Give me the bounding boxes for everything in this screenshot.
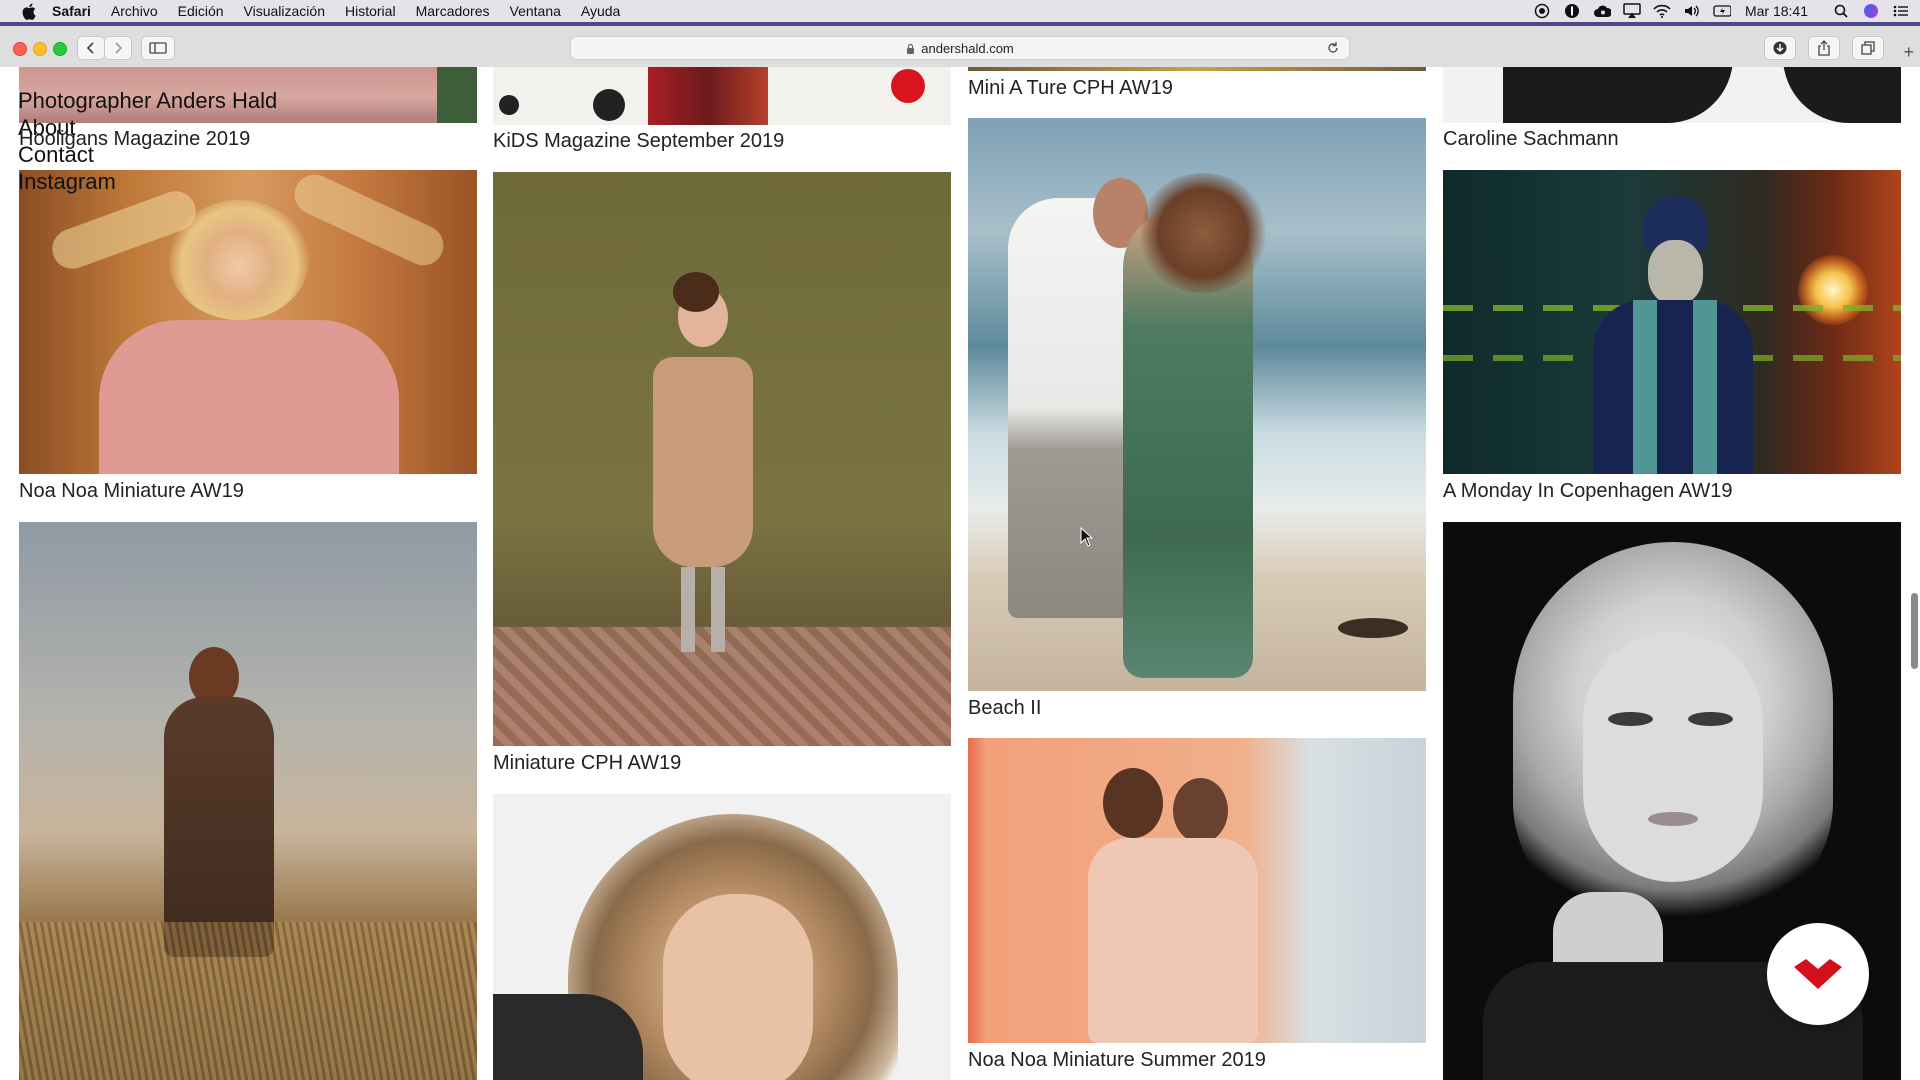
apple-menu-icon[interactable]	[20, 2, 38, 20]
photo-kids-magazine[interactable]	[493, 67, 951, 125]
url-text: andershald.com	[921, 40, 1014, 56]
download-icon	[1773, 41, 1787, 55]
menu-app-safari[interactable]: Safari	[52, 3, 91, 19]
photo-mini-a-ture[interactable]	[968, 67, 1426, 71]
password-manager-icon[interactable]	[1563, 3, 1581, 19]
menu-historial[interactable]: Historial	[345, 3, 396, 19]
nav-site-title[interactable]: Photographer Anders Hald	[18, 87, 277, 114]
caption-beach[interactable]: Beach II	[968, 697, 1041, 720]
menu-ventana[interactable]: Ventana	[510, 3, 561, 19]
photo-monday-cph[interactable]	[1443, 170, 1901, 474]
wifi-icon[interactable]	[1653, 3, 1671, 19]
floating-logo-button[interactable]	[1767, 923, 1869, 1025]
photo-noa-noa-summer[interactable]	[968, 738, 1426, 1043]
minimize-window-button[interactable]	[33, 42, 47, 56]
address-bar[interactable]: andershald.com	[570, 36, 1350, 60]
screen-record-icon[interactable]	[1533, 3, 1551, 19]
chevron-right-icon	[115, 42, 123, 54]
safari-toolbar: andershald.com +	[0, 22, 1920, 68]
page-scrollbar[interactable]	[1911, 593, 1918, 669]
back-button[interactable]	[77, 36, 105, 60]
lock-icon	[906, 42, 916, 54]
window-accent-strip	[0, 22, 1920, 26]
downloads-button[interactable]	[1764, 36, 1796, 60]
caption-kids-magazine[interactable]: KiDS Magazine September 2019	[493, 130, 784, 153]
menu-visualizacion[interactable]: Visualización	[244, 3, 325, 19]
caption-caroline[interactable]: Caroline Sachmann	[1443, 128, 1619, 151]
nav-about-link[interactable]: About	[18, 114, 277, 141]
photo-fur-hood-boy[interactable]	[493, 794, 951, 1080]
photo-beach[interactable]	[968, 118, 1426, 691]
share-icon	[1818, 40, 1830, 56]
menubar-clock[interactable]: Mar 18:41	[1745, 3, 1808, 19]
caption-noa-noa-aw19[interactable]: Noa Noa Miniature AW19	[19, 480, 244, 503]
photo-caroline[interactable]	[1443, 67, 1901, 123]
notification-center-icon[interactable]	[1892, 3, 1910, 19]
new-tab-icon[interactable]: +	[1903, 42, 1914, 63]
forward-button[interactable]	[104, 36, 132, 60]
macos-menu-bar: Safari Archivo Edición Visualización His…	[0, 0, 1920, 22]
spotlight-search-icon[interactable]	[1832, 3, 1850, 19]
menu-archivo[interactable]: Archivo	[111, 3, 158, 19]
caption-mini-a-ture[interactable]: Mini A Ture CPH AW19	[968, 77, 1173, 100]
battery-icon[interactable]	[1713, 3, 1731, 19]
airplay-icon[interactable]	[1623, 3, 1641, 19]
reload-icon[interactable]	[1325, 40, 1341, 56]
menu-ayuda[interactable]: Ayuda	[581, 3, 620, 19]
brand-logo-icon	[1794, 959, 1842, 989]
nav-instagram-link[interactable]: Instagram	[18, 168, 277, 195]
tabs-icon	[1861, 41, 1875, 55]
siri-icon[interactable]	[1862, 3, 1880, 19]
menu-marcadores[interactable]: Marcadores	[416, 3, 490, 19]
caption-monday-cph[interactable]: A Monday In Copenhagen AW19	[1443, 480, 1732, 503]
sidebar-toggle-button[interactable]	[141, 36, 175, 60]
zoom-window-button[interactable]	[53, 42, 67, 56]
site-nav: Photographer Anders Hald About Contact I…	[18, 87, 277, 195]
close-window-button[interactable]	[13, 42, 27, 56]
menu-edicion[interactable]: Edición	[178, 3, 224, 19]
tabs-overview-button[interactable]	[1852, 36, 1884, 60]
photo-field-girl[interactable]	[19, 522, 477, 1080]
share-button[interactable]	[1808, 36, 1840, 60]
volume-icon[interactable]	[1683, 3, 1701, 19]
caption-miniature-cph[interactable]: Miniature CPH AW19	[493, 752, 681, 775]
photo-miniature-cph[interactable]	[493, 172, 951, 746]
chevron-left-icon	[86, 42, 94, 54]
photo-noa-noa-aw19[interactable]	[19, 170, 477, 474]
nav-contact-link[interactable]: Contact	[18, 141, 277, 168]
creative-cloud-icon[interactable]	[1593, 3, 1611, 19]
caption-noa-noa-summer[interactable]: Noa Noa Miniature Summer 2019	[968, 1049, 1266, 1072]
mouse-pointer-icon	[1080, 526, 1094, 552]
page-viewport: Hooligans Magazine 2019 Noa Noa Miniatur…	[0, 67, 1920, 1080]
sidebar-icon	[149, 42, 167, 54]
